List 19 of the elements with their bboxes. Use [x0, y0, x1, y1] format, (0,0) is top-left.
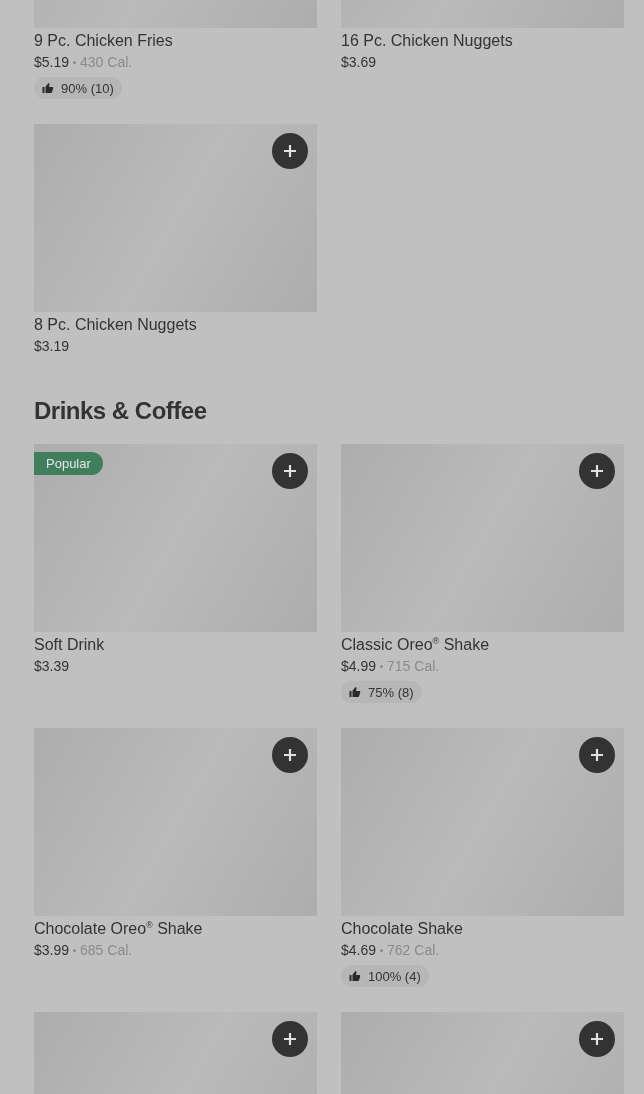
item-price: $4.99: [341, 658, 377, 674]
item-name[interactable]: Chocolate Oreo$^{®}$ Shake: [34, 918, 317, 940]
item-name[interactable]: 8 Pc. Chicken Nuggets: [34, 314, 317, 336]
item-name[interactable]: Soft Drink: [34, 634, 317, 656]
item-price: $3.69: [341, 54, 377, 70]
item-price: $3.99: [34, 942, 70, 958]
popular-tag: Popular: [34, 452, 103, 475]
item-name[interactable]: Chocolate Shake: [341, 918, 624, 940]
item-price: $5.19: [34, 54, 70, 70]
item-price: $3.19: [34, 338, 70, 354]
rating-text: 90% (10): [61, 80, 114, 96]
rating-text: 75% (8): [368, 684, 414, 700]
item-price: $3.39: [34, 658, 70, 674]
item-name[interactable]: 9 Pc. Chicken Fries: [34, 30, 317, 52]
item-price: $4.69: [341, 942, 377, 958]
item-name[interactable]: 16 Pc. Chicken Nuggets: [341, 30, 624, 52]
item-name[interactable]: Classic Oreo$^{®}$ Shake: [341, 634, 624, 656]
rating-text: 100% (4): [368, 968, 421, 984]
section-heading: Drinks & Coffee: [34, 396, 208, 426]
